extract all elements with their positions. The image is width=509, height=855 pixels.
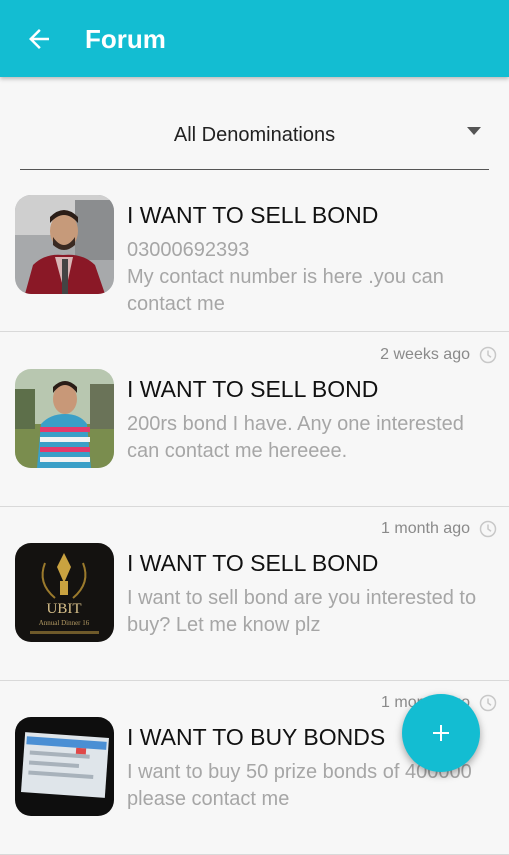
forum-post[interactable]: 2 weeks ago I WANT TO SELL BOND 200rs bo…	[0, 332, 509, 507]
post-title: I WANT TO SELL BOND	[127, 376, 379, 402]
post-body: My contact number is here .you can conta…	[127, 266, 444, 315]
post-phone: 03000692393	[127, 239, 250, 261]
avatar-brand: UBIT	[47, 601, 82, 617]
avatar	[15, 369, 114, 468]
page-title: Forum	[85, 24, 166, 54]
clock-icon	[479, 520, 497, 538]
avatar	[15, 717, 114, 816]
post-time: 2 weeks ago	[380, 346, 470, 363]
forum-post[interactable]: 1 month ago UBIT Annual Dinner 16 I WANT…	[0, 506, 509, 681]
post-time: 1 month ago	[381, 520, 470, 537]
clock-icon	[479, 346, 497, 364]
denomination-selected: All Denominations	[173, 124, 336, 146]
arrow-left-icon[interactable]	[24, 24, 54, 54]
post-title: I WANT TO SELL BOND	[127, 202, 379, 228]
post-title: I WANT TO BUY BONDS	[127, 724, 386, 750]
clock-icon	[479, 694, 497, 712]
avatar-brand-sub: Annual Dinner 16	[39, 619, 90, 627]
caret-down-icon	[467, 127, 481, 135]
avatar	[15, 195, 114, 294]
avatar: UBIT Annual Dinner 16	[15, 543, 114, 642]
forum-post[interactable]: I WANT TO SELL BOND 03000692393 My conta…	[0, 180, 509, 332]
add-post-button[interactable]	[402, 694, 480, 772]
denomination-dropdown[interactable]: All Denominations	[20, 110, 489, 170]
post-title: I WANT TO SELL BOND	[127, 550, 379, 576]
plus-icon	[433, 725, 449, 741]
post-body: I want to sell bond are you interested t…	[127, 587, 477, 636]
post-body: 200rs bond I have. Any one interested ca…	[127, 413, 464, 462]
app-bar: Forum	[0, 0, 509, 77]
